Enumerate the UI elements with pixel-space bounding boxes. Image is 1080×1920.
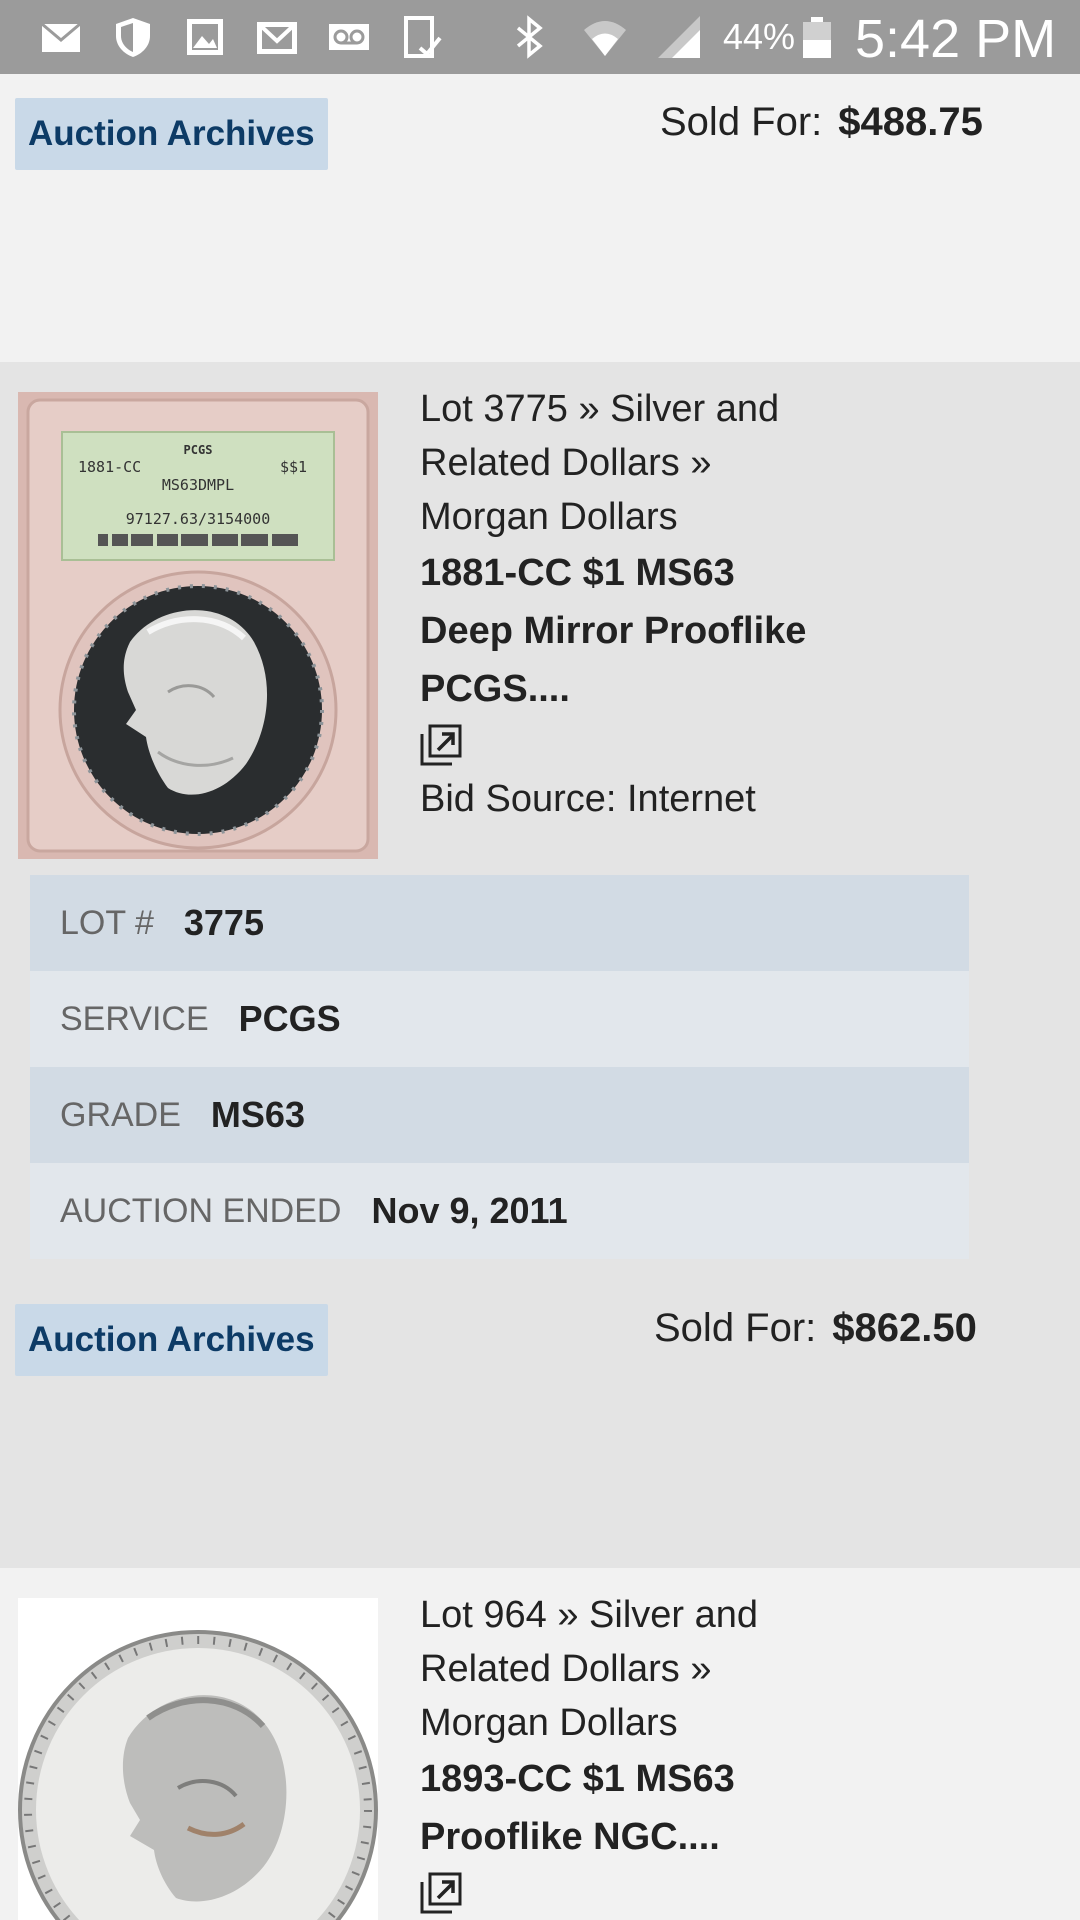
slab-cert-text: 97127.63/3154000: [126, 510, 271, 528]
lot-info: Lot 964 » Silver and Related Dollars » M…: [420, 1588, 820, 1914]
listing-card: Lot 964 » Silver and Related Dollars » M…: [0, 1568, 1080, 1920]
detail-row-lot: LOT # 3775: [30, 875, 969, 971]
sold-for: Sold For: $862.50: [654, 1306, 977, 1351]
detail-label: LOT #: [60, 903, 154, 942]
detail-label: GRADE: [60, 1095, 181, 1134]
lot-title[interactable]: 1881-CC $1 MS63 Deep Mirror Prooflike PC…: [420, 544, 820, 718]
clock: 5:42 PM: [855, 9, 1057, 69]
slab-denomination-text: $$1: [280, 458, 307, 476]
sold-for-label: Sold For:: [654, 1306, 817, 1350]
voicemail-icon: [326, 14, 372, 60]
wifi-icon: [582, 14, 628, 60]
detail-row-grade: GRADE MS63: [30, 1067, 969, 1163]
detail-label: AUCTION ENDED: [60, 1191, 342, 1230]
bluetooth-icon: [506, 14, 552, 60]
detail-value: Nov 9, 2011: [371, 1190, 568, 1231]
auction-archives-badge[interactable]: Auction Archives: [15, 1304, 328, 1376]
lot-category-link[interactable]: Lot 964 » Silver and Related Dollars » M…: [420, 1588, 820, 1750]
auction-archives-badge[interactable]: Auction Archives: [15, 98, 328, 170]
slab-grade-text: MS63DMPL: [162, 476, 234, 494]
lot-thumbnail[interactable]: [18, 1598, 378, 1920]
detail-value: MS63: [210, 1094, 305, 1135]
battery-percent: 44%: [723, 16, 796, 57]
signal-icon: [656, 14, 702, 60]
status-bar: 44% 5:42 PM: [0, 0, 1080, 74]
battery-icon: [800, 14, 834, 60]
gallery-icon[interactable]: [420, 724, 462, 766]
sold-for: Sold For: $488.75: [660, 100, 983, 145]
image-icon: [182, 14, 228, 60]
sold-for-value: $488.75: [838, 100, 983, 144]
slab-grader-text: PCGS: [184, 443, 213, 457]
sold-for-value: $862.50: [832, 1306, 977, 1350]
detail-value: 3775: [183, 902, 264, 943]
detail-label: SERVICE: [60, 999, 209, 1038]
lot-info: Lot 3775 » Silver and Related Dollars » …: [420, 382, 820, 826]
slab-year-text: 1881-CC: [78, 458, 141, 476]
detail-value: PCGS: [238, 998, 341, 1039]
lot-thumbnail[interactable]: PCGS 1881-CC $$1 MS63DMPL 97127.63/31540…: [18, 392, 378, 859]
lot-category-link[interactable]: Lot 3775 » Silver and Related Dollars » …: [420, 382, 820, 544]
mail-icon: [38, 14, 84, 60]
device-icon: [398, 14, 444, 60]
listing-card: PCGS 1881-CC $$1 MS63DMPL 97127.63/31540…: [0, 362, 1080, 1568]
bid-source: Bid Source: Internet: [420, 778, 756, 820]
lot-details-table: LOT # 3775 SERVICE PCGS GRADE MS63 AUCTI…: [30, 875, 969, 1259]
listing-card: Auction Archives Sold For: $488.75: [0, 74, 1080, 362]
detail-row-auction-ended: AUCTION ENDED Nov 9, 2011: [30, 1163, 969, 1259]
lot-title[interactable]: 1893-CC $1 MS63 Prooflike NGC....: [420, 1750, 820, 1866]
shield-icon: [110, 14, 156, 60]
gmail-icon: [254, 14, 300, 60]
detail-row-service: SERVICE PCGS: [30, 971, 969, 1067]
sold-for-label: Sold For:: [660, 100, 823, 144]
gallery-icon[interactable]: [420, 1872, 462, 1914]
